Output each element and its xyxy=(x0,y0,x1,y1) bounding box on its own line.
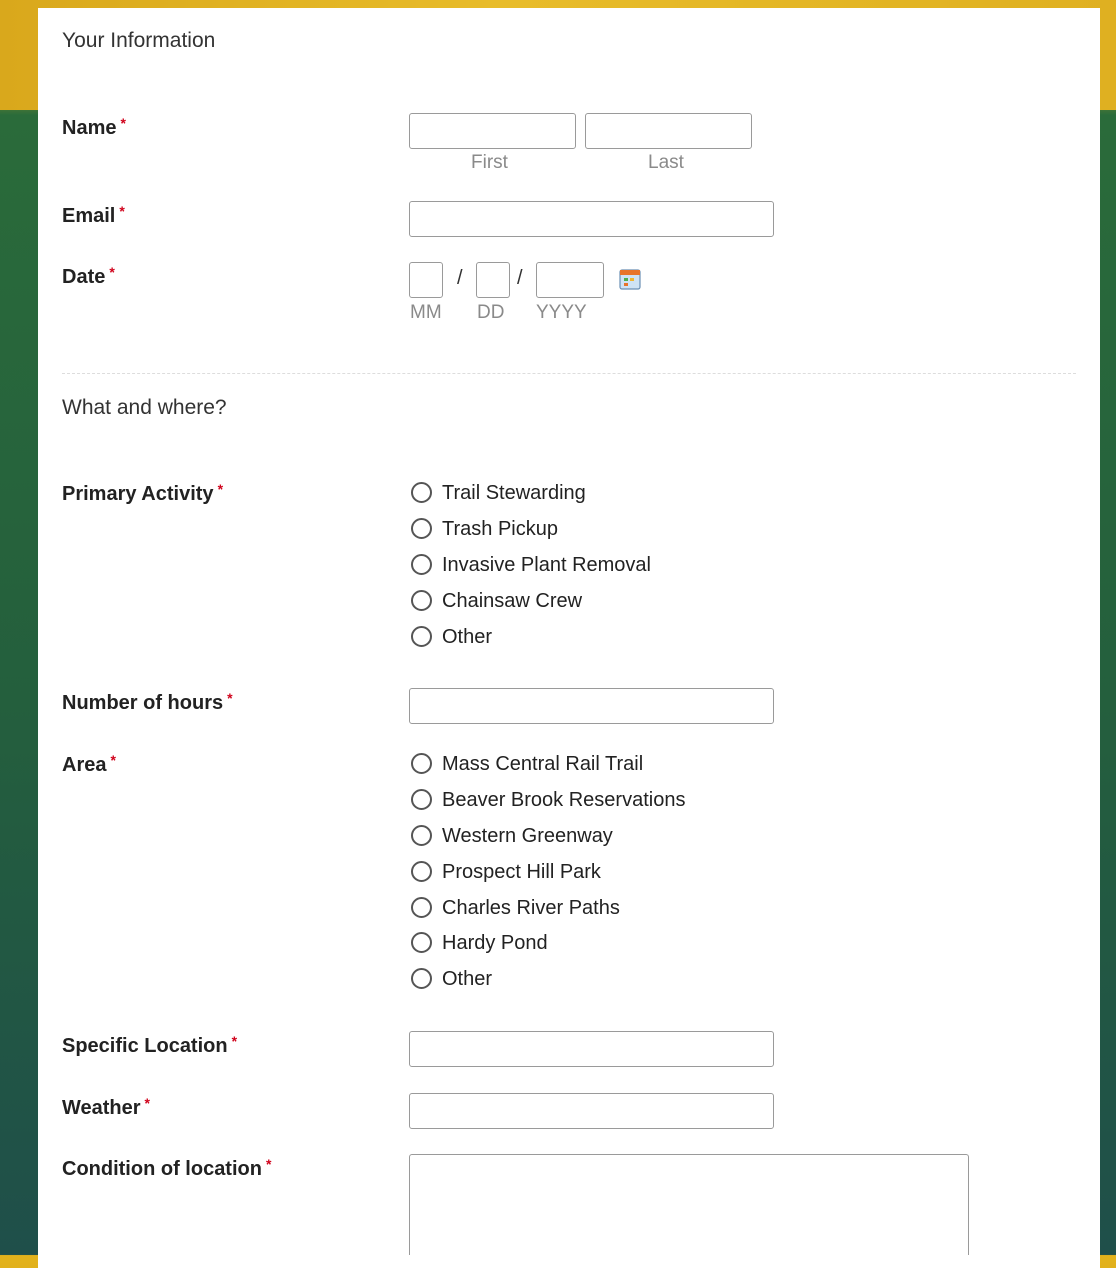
date-label: Date * xyxy=(62,264,115,288)
radio-beaver-brook-reservations[interactable] xyxy=(411,789,432,810)
radio-label-trail-stewarding[interactable]: Trail Stewarding xyxy=(442,482,586,505)
required-marker: * xyxy=(217,481,224,497)
radio-activity-other[interactable] xyxy=(411,626,432,647)
required-marker: * xyxy=(231,1033,238,1049)
required-marker: * xyxy=(109,264,115,280)
weather-label: Weather * xyxy=(62,1095,150,1119)
last-name-sublabel: Last xyxy=(648,152,684,173)
date-day-sublabel: DD xyxy=(477,302,505,323)
email-input[interactable] xyxy=(409,201,774,237)
radio-label-beaver-brook-reservations[interactable]: Beaver Brook Reservations xyxy=(442,789,685,812)
radio-area-other[interactable] xyxy=(411,968,432,989)
section-title-what-and-where: What and where? xyxy=(62,396,227,419)
section-title-your-information: Your Information xyxy=(62,29,216,52)
date-month-input[interactable] xyxy=(409,262,443,298)
hours-input[interactable] xyxy=(409,688,774,724)
radio-label-mass-central-rail-trail[interactable]: Mass Central Rail Trail xyxy=(442,753,643,776)
required-marker: * xyxy=(110,752,116,768)
calendar-icon[interactable] xyxy=(619,268,641,290)
radio-label-activity-other[interactable]: Other xyxy=(442,626,492,649)
date-day-input[interactable] xyxy=(476,262,510,298)
radio-label-invasive-plant-removal[interactable]: Invasive Plant Removal xyxy=(442,554,651,577)
required-marker: * xyxy=(120,115,126,131)
email-label: Email * xyxy=(62,203,125,227)
radio-charles-river-paths[interactable] xyxy=(411,897,432,918)
condition-label: Condition of location * xyxy=(62,1156,272,1180)
required-marker: * xyxy=(227,690,233,706)
name-label: Name * xyxy=(62,115,126,139)
radio-mass-central-rail-trail[interactable] xyxy=(411,753,432,774)
required-marker: * xyxy=(144,1095,150,1111)
radio-trail-stewarding[interactable] xyxy=(411,482,432,503)
radio-trash-pickup[interactable] xyxy=(411,518,432,539)
date-month-sublabel: MM xyxy=(410,302,442,323)
radio-label-area-other[interactable]: Other xyxy=(442,968,492,991)
last-name-input[interactable] xyxy=(585,113,752,149)
radio-prospect-hill-park[interactable] xyxy=(411,861,432,882)
specific-location-label: Specific Location * xyxy=(62,1033,238,1057)
required-marker: * xyxy=(265,1156,272,1172)
radio-label-trash-pickup[interactable]: Trash Pickup xyxy=(442,518,558,541)
specific-location-input[interactable] xyxy=(409,1031,774,1067)
form-card xyxy=(38,8,1100,1268)
section-divider xyxy=(62,373,1076,374)
first-name-sublabel: First xyxy=(471,152,508,173)
date-separator: / xyxy=(517,267,523,289)
condition-textarea[interactable] xyxy=(409,1154,969,1255)
radio-chainsaw-crew[interactable] xyxy=(411,590,432,611)
first-name-input[interactable] xyxy=(409,113,576,149)
radio-label-western-greenway[interactable]: Western Greenway xyxy=(442,825,613,848)
radio-hardy-pond[interactable] xyxy=(411,932,432,953)
primary-activity-label: Primary Activity * xyxy=(62,481,224,505)
required-marker: * xyxy=(119,203,125,219)
date-year-sublabel: YYYY xyxy=(536,302,587,323)
radio-label-charles-river-paths[interactable]: Charles River Paths xyxy=(442,897,620,920)
radio-invasive-plant-removal[interactable] xyxy=(411,554,432,575)
radio-label-hardy-pond[interactable]: Hardy Pond xyxy=(442,932,548,955)
radio-label-prospect-hill-park[interactable]: Prospect Hill Park xyxy=(442,861,601,884)
weather-input[interactable] xyxy=(409,1093,774,1129)
radio-label-chainsaw-crew[interactable]: Chainsaw Crew xyxy=(442,590,582,613)
date-year-input[interactable] xyxy=(536,262,604,298)
radio-western-greenway[interactable] xyxy=(411,825,432,846)
hours-label: Number of hours * xyxy=(62,690,233,714)
date-separator: / xyxy=(457,267,463,289)
area-label: Area * xyxy=(62,752,116,776)
